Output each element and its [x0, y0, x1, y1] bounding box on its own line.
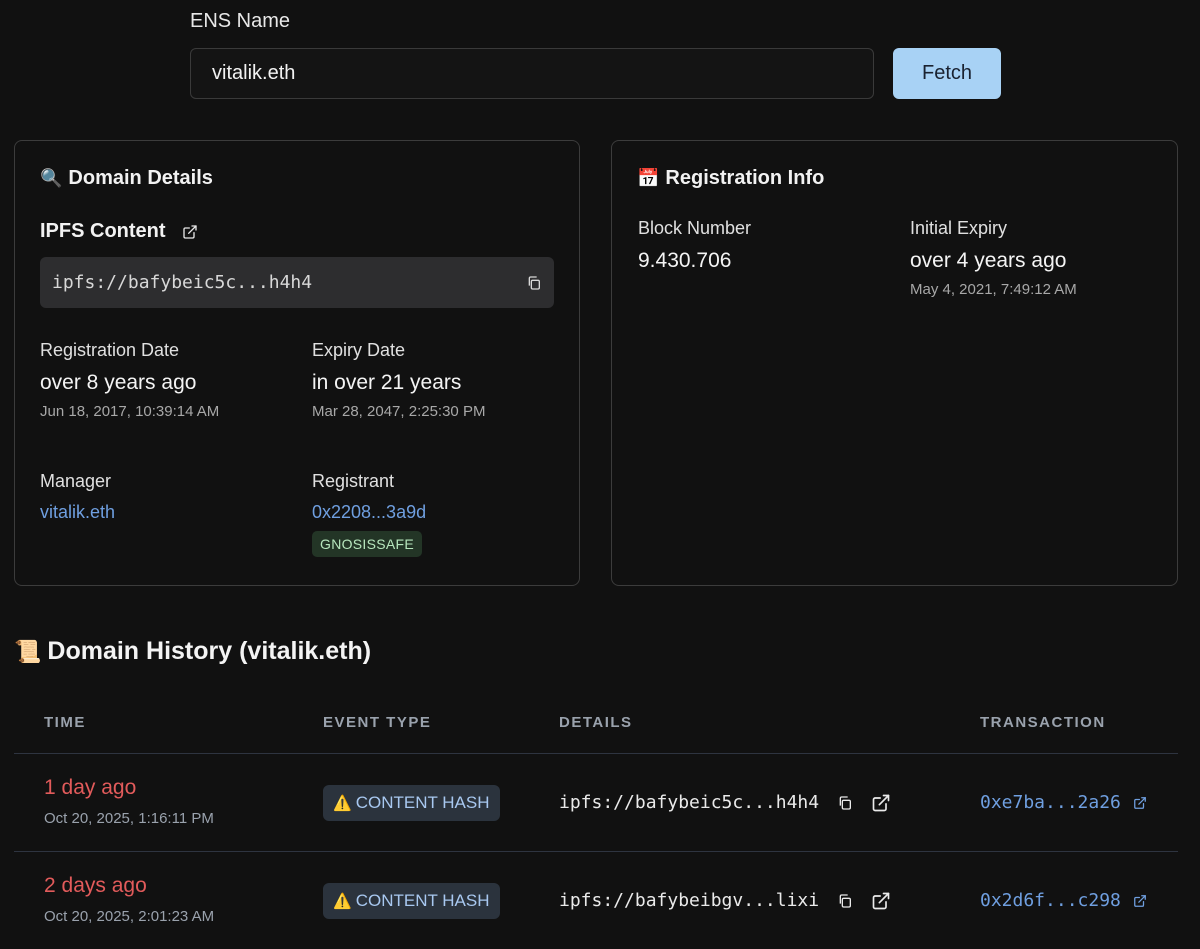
external-link-icon[interactable] — [182, 224, 198, 240]
details-value: ipfs://bafybeic5c...h4h4 — [559, 792, 820, 813]
time-relative: 2 days ago — [44, 874, 147, 897]
domain-history-title: 📜 Domain History (vitalik.eth) — [14, 637, 372, 665]
registration-date-field: Registration Date over 8 years ago Jun 1… — [40, 340, 220, 420]
time-relative: 1 day ago — [44, 776, 137, 799]
gnosissafe-badge: GNOSISSAFE — [312, 531, 423, 557]
copy-icon[interactable] — [837, 795, 853, 811]
block-number-field: Block Number 9.430.706 — [638, 218, 752, 272]
warning-icon: ⚠️ — [333, 893, 352, 910]
column-header-details: DETAILS — [559, 714, 633, 731]
calendar-icon: 📅 — [637, 168, 660, 188]
column-header-time: TIME — [44, 714, 86, 731]
details-cell: ipfs://bafybeic5c...h4h4 — [559, 792, 891, 813]
initial-expiry-field: Initial Expiry over 4 years ago May 4, 2… — [910, 218, 1077, 298]
event-type-badge: ⚠️ CONTENT HASH — [323, 785, 500, 821]
table-row: 1 day ago Oct 20, 2025, 1:16:11 PM ⚠️ CON… — [14, 754, 1178, 851]
details-value: ipfs://bafybeibgv...lixi — [559, 890, 820, 911]
transaction-link[interactable]: 0xe7ba...2a26 — [980, 792, 1147, 813]
column-header-transaction: TRANSACTION — [980, 714, 1106, 731]
external-link-icon — [1133, 894, 1146, 907]
details-cell: ipfs://bafybeibgv...lixi — [559, 890, 891, 911]
time-absolute: Oct 20, 2025, 1:16:11 PM — [44, 810, 214, 827]
external-link-icon[interactable] — [871, 891, 891, 911]
registrant-link[interactable]: 0x2208...3a9d — [312, 502, 426, 523]
transaction-link[interactable]: 0x2d6f...c298 — [980, 890, 1147, 911]
registration-info-card: 📅 Registration Info Block Number 9.430.70… — [611, 140, 1178, 586]
expiry-date-field: Expiry Date in over 21 years Mar 28, 204… — [312, 340, 486, 420]
domain-details-card: 🔍 Domain Details IPFS Content ipfs://bafy… — [14, 140, 580, 586]
external-link-icon — [1133, 796, 1146, 809]
ens-name-label: ENS Name — [190, 10, 291, 32]
ipfs-content-heading: IPFS Content — [40, 220, 198, 243]
magnifier-icon: 🔍 — [40, 168, 63, 188]
copy-icon[interactable] — [837, 893, 853, 909]
registration-info-title: 📅 Registration Info — [637, 167, 825, 189]
ipfs-content-box: ipfs://bafybeic5c...h4h4 — [40, 257, 554, 308]
warning-icon: ⚠️ — [333, 795, 352, 812]
column-header-event-type: EVENT TYPE — [323, 714, 432, 731]
domain-details-title: 🔍 Domain Details — [40, 167, 213, 189]
fetch-button[interactable]: Fetch — [893, 48, 1001, 99]
event-type-badge: ⚠️ CONTENT HASH — [323, 883, 500, 919]
registrant-field: Registrant 0x2208...3a9d GNOSISSAFE — [312, 471, 426, 557]
external-link-icon[interactable] — [871, 793, 891, 813]
manager-link[interactable]: vitalik.eth — [40, 502, 115, 523]
table-row: 2 days ago Oct 20, 2025, 2:01:23 AM ⚠️ CO… — [14, 852, 1178, 949]
time-absolute: Oct 20, 2025, 2:01:23 AM — [44, 908, 215, 925]
manager-field: Manager vitalik.eth — [40, 471, 116, 523]
scroll-icon: 📜 — [14, 639, 42, 664]
copy-icon[interactable] — [526, 275, 542, 291]
ens-name-input[interactable] — [190, 48, 874, 99]
ipfs-content-value: ipfs://bafybeic5c...h4h4 — [52, 272, 313, 293]
